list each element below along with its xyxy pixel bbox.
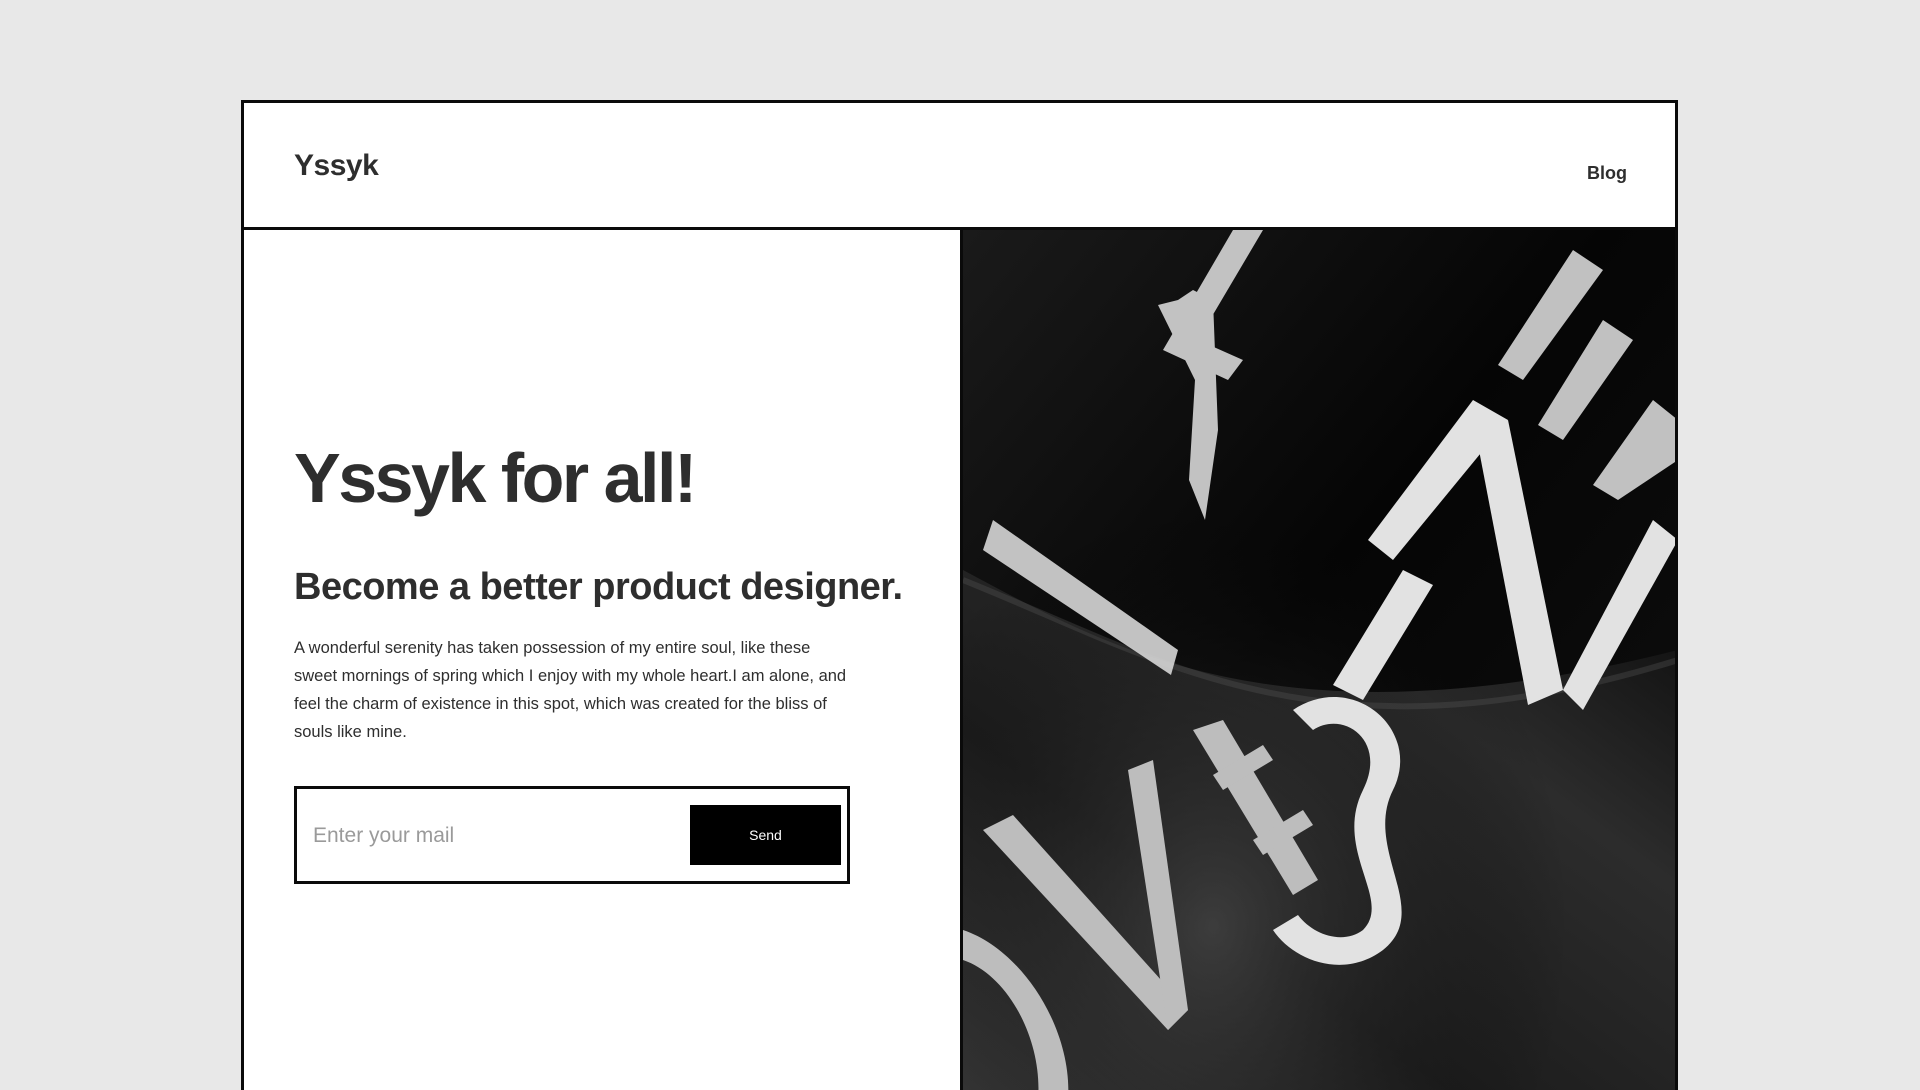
hero-photo-image: [963, 230, 1675, 1090]
hero-photo: [963, 230, 1675, 1090]
site-logo[interactable]: Yssyk: [294, 149, 379, 183]
nav-link-blog[interactable]: Blog: [1587, 163, 1627, 184]
hero-subtitle: Become a better product designer.: [294, 566, 903, 608]
page-frame: Yssyk Blog Yssyk for all! Become a bette…: [241, 100, 1678, 1090]
email-input[interactable]: [311, 809, 675, 863]
send-button[interactable]: Send: [690, 805, 841, 865]
hero-description: A wonderful serenity has taken possessio…: [294, 639, 847, 741]
email-signup-form: Send: [294, 786, 850, 884]
site-header: Yssyk Blog: [244, 103, 1675, 230]
hero-title: Yssyk for all!: [294, 439, 697, 517]
